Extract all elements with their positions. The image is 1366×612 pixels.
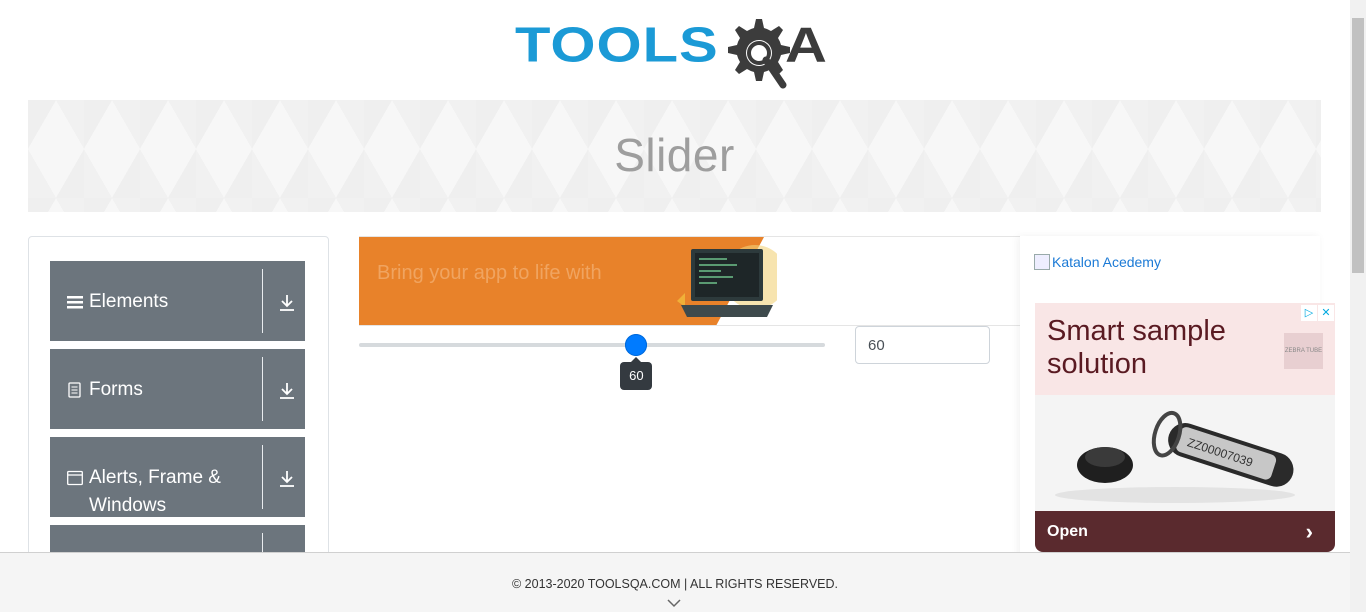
sidebar-group-label: Alerts, Frame & Windows [89, 467, 221, 516]
ad-text: Bring your app to life with [377, 262, 602, 284]
slider-track[interactable] [359, 343, 825, 347]
range-slider[interactable] [359, 330, 825, 360]
ad-choices-icon[interactable]: ▷ [1301, 305, 1317, 321]
ad-close-icon[interactable]: ✕ [1318, 305, 1334, 321]
footer: © 2013-2020 TOOLSQA.COM | ALL RIGHTS RES… [0, 552, 1350, 612]
slider-value-input[interactable] [855, 326, 990, 364]
logo-a: A [785, 17, 827, 73]
vertical-scrollbar[interactable] [1350, 0, 1366, 612]
chevron-down-icon[interactable] [667, 598, 681, 608]
ad-banner[interactable]: Bring your app to life with [359, 236, 1021, 326]
display-ad[interactable]: Smart sample solution ZEBRA TUBE ▷ ✕ ZZ0… [1035, 303, 1335, 552]
ad-header: Smart sample solution ZEBRA TUBE [1035, 303, 1335, 395]
sidebar-group-label: Forms [89, 379, 143, 400]
download-arrow-icon[interactable] [278, 381, 296, 401]
toolsqa-logo[interactable]: TOOLS A [515, 15, 840, 91]
page-banner: Slider [28, 100, 1321, 212]
broken-image-alt: Katalon Acedemy [1052, 254, 1161, 270]
left-sidebar: Elements Forms Alerts, Frame & Windows [28, 236, 329, 566]
ad-open-label: Open [1047, 523, 1088, 540]
gear-magnifier-icon [728, 19, 790, 89]
page-title: Slider [614, 129, 735, 181]
document-icon [68, 382, 81, 398]
ad-headline: Smart sample solution [1047, 315, 1226, 380]
page: TOOLS A Slider Elements Forms Alerts, Fr… [0, 0, 1366, 612]
hamburger-icon [67, 296, 83, 309]
katalon-academy-image[interactable]: Katalon Acedemy [1034, 254, 1161, 270]
scrollbar-thumb[interactable] [1352, 18, 1364, 273]
download-arrow-icon[interactable] [278, 469, 296, 489]
chevron-right-icon: › [1305, 519, 1313, 544]
slider-thumb[interactable] [625, 334, 648, 356]
sidebar-group-label: Elements [89, 291, 169, 312]
logo-text: TOOLS [515, 17, 719, 73]
footer-copyright: © 2013-2020 TOOLSQA.COM | ALL RIGHTS RES… [511, 577, 838, 591]
slider-value-tooltip: 60 [620, 357, 653, 390]
laptop-icon [677, 245, 777, 317]
ad-product-image: ZZ00007039 [1035, 395, 1335, 511]
sidebar-group-elements[interactable]: Elements [50, 261, 305, 341]
broken-image-icon [1034, 254, 1050, 270]
ad-open-button[interactable]: Open › [1035, 511, 1335, 552]
right-ad-column: Katalon Acedemy Smart sample solution ZE… [1020, 236, 1335, 566]
download-arrow-icon[interactable] [278, 293, 296, 313]
divider [262, 445, 263, 509]
window-icon [67, 470, 83, 486]
sidebar-group-alerts[interactable]: Alerts, Frame & Windows [50, 437, 305, 517]
ad-brand-logo: ZEBRA TUBE [1284, 333, 1323, 369]
divider [262, 357, 263, 421]
divider [262, 269, 263, 333]
sidebar-group-forms[interactable]: Forms [50, 349, 305, 429]
